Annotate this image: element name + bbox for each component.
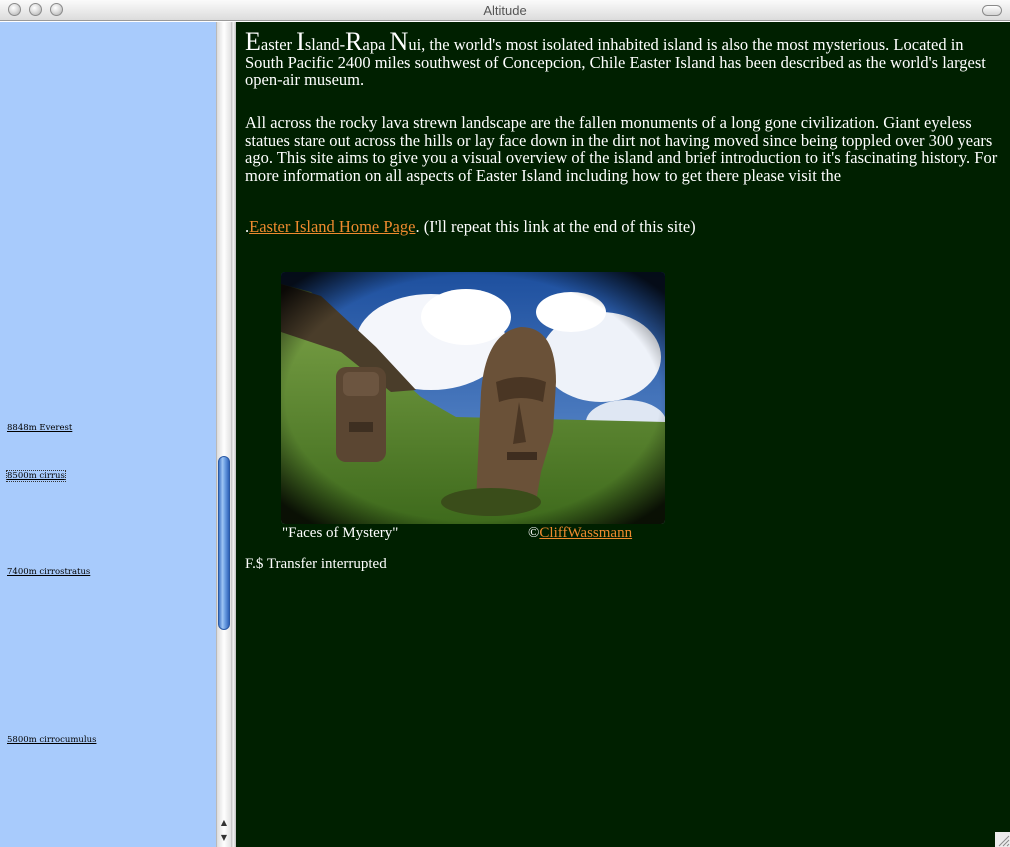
altitude-sidebar-frame: 8848m Everest 8500m cirrus 7400m cirrost… [0,22,216,847]
intro-text: sland- [304,35,346,54]
scroll-down-arrow-icon[interactable]: ▼ [217,831,231,845]
altitude-link-everest[interactable]: 8848m Everest [7,423,72,433]
intro-paragraph: Easter Island-Rapa Nui, the world's most… [245,29,1005,89]
title-bar[interactable]: Altitude [0,0,1010,21]
copyright-symbol: © [528,525,540,541]
home-page-line: .Easter Island Home Page. (I'll repeat t… [245,218,1005,236]
sidebar-scrollbar[interactable]: ▲ ▼ [216,22,231,847]
history-paragraph: All across the rocky lava strewn landsca… [245,113,998,185]
intro-text: aster [260,35,297,54]
window-title: Altitude [483,3,527,18]
photo-caption: "Faces of Mystery" [282,525,399,541]
toolbar-toggle-button[interactable] [982,5,1002,16]
scroll-up-arrow-icon[interactable]: ▲ [217,816,231,830]
altitude-link-cirrostratus[interactable]: 7400m cirrostratus [7,567,90,577]
main-content-frame: Easter Island-Rapa Nui, the world's most… [236,22,1010,847]
scrollbar-thumb[interactable] [218,456,230,630]
intro-text: apa [362,35,390,54]
link-suffix: . (I'll repeat this link at the end of t… [415,217,696,236]
transfer-status-text: F.$ Transfer interrupted [245,556,387,572]
photo-credit: ©CliffWassmann [528,524,632,542]
intro-text: ui [408,35,422,54]
altitude-link-cirrocumulus[interactable]: 5800m cirrocumulus [7,735,96,745]
resize-grip-icon[interactable] [995,832,1010,847]
browser-window: Altitude 8848m Everest 8500m cirrus 7400… [0,0,1010,847]
photographer-link[interactable]: CliffWassmann [539,525,632,541]
easter-island-home-link[interactable]: Easter Island Home Page [249,217,415,236]
moai-photo [281,272,665,524]
altitude-link-cirrus[interactable]: 8500m cirrus [6,470,66,482]
